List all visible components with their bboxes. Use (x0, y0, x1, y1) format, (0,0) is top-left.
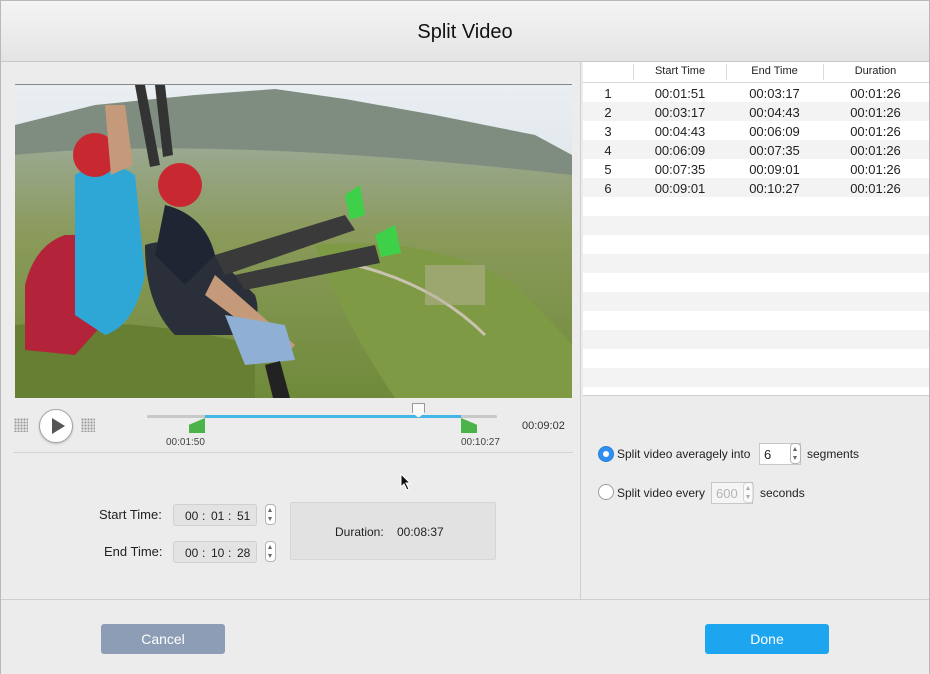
end-minutes[interactable]: 10 (211, 546, 224, 560)
end-time-stepper[interactable] (265, 541, 276, 562)
start-time-label: Start Time: (99, 507, 162, 522)
header-start-time[interactable]: Start Time (634, 65, 726, 77)
playback-controls: 00:01:50 00:10:27 00:09:02 (1, 399, 580, 453)
end-time-label: End Time: (104, 544, 163, 559)
preview-pane: 00:01:50 00:10:27 00:09:02 Start Time: 0… (1, 62, 581, 599)
segment-duration: 00:01:26 (850, 143, 901, 158)
segment-index: 4 (604, 143, 612, 158)
table-row[interactable]: 2 00:03:17 00:04:43 00:01:26 (583, 102, 929, 121)
end-time-field[interactable]: 00 : 10 : 28 (173, 541, 257, 563)
play-button[interactable] (39, 409, 73, 443)
segment-duration: 00:01:26 (850, 124, 901, 139)
start-hours[interactable]: 00 (185, 509, 198, 523)
table-empty-row (583, 349, 929, 368)
segments-table: Start Time End Time Duration 1 00:01:51 00… (583, 62, 929, 396)
segment-duration: 00:01:26 (850, 181, 901, 196)
duration-label: Duration: (335, 525, 384, 539)
range-start-time: 00:01:50 (166, 437, 205, 448)
segment-index: 5 (604, 162, 612, 177)
segment-end: 00:03:17 (749, 86, 800, 101)
video-frame-image (15, 85, 572, 398)
end-seconds[interactable]: 28 (237, 546, 250, 560)
start-seconds[interactable]: 51 (237, 509, 250, 523)
left-grip-icon (14, 418, 28, 432)
table-row[interactable]: 1 00:01:51 00:03:17 00:01:26 (583, 83, 929, 102)
seconds-value: 600 (716, 486, 738, 501)
range-end-time: 00:10:27 (461, 437, 500, 448)
table-empty-row (583, 330, 929, 349)
table-row[interactable]: 5 00:07:35 00:09:01 00:01:26 (583, 159, 929, 178)
cancel-button[interactable]: Cancel (101, 624, 225, 654)
split-video-dialog: Split Video 00:01:50 00:10:27 00:09:02 S… (0, 0, 930, 674)
segment-start: 00:01:51 (654, 86, 706, 101)
start-time-stepper[interactable] (265, 504, 276, 525)
segments-pane: Start Time End Time Duration 1 00:01:51 00… (582, 62, 929, 599)
play-icon (52, 418, 65, 434)
table-empty-row (583, 216, 929, 235)
segment-start: 00:03:17 (654, 105, 706, 120)
start-minutes[interactable]: 01 (211, 509, 224, 523)
table-empty-row (583, 368, 929, 387)
title-bar: Split Video (1, 1, 929, 62)
duration-value: 00:08:37 (397, 525, 444, 539)
start-time-field[interactable]: 00 : 01 : 51 (173, 504, 257, 526)
table-row[interactable]: 3 00:04:43 00:06:09 00:01:26 (583, 121, 929, 140)
table-row[interactable]: 4 00:06:09 00:07:35 00:01:26 (583, 140, 929, 159)
divider (13, 452, 573, 453)
segment-index: 3 (604, 124, 612, 139)
header-end-time[interactable]: End Time (727, 65, 822, 77)
table-empty-row (583, 292, 929, 311)
segment-end: 00:07:35 (749, 143, 800, 158)
table-header: Start Time End Time Duration (583, 62, 929, 83)
seconds-unit-label: seconds (760, 486, 805, 500)
segment-end: 00:09:01 (749, 162, 800, 177)
seconds-stepper[interactable] (743, 482, 754, 503)
table-empty-row (583, 311, 929, 330)
segment-start: 00:07:35 (654, 162, 706, 177)
split-average-radio[interactable] (598, 446, 614, 462)
header-duration[interactable]: Duration (824, 65, 927, 77)
segment-index: 2 (604, 105, 612, 120)
table-empty-row (583, 254, 929, 273)
segment-start: 00:06:09 (654, 143, 706, 158)
segment-duration: 00:01:26 (850, 162, 901, 177)
timeline-selected-range (205, 415, 461, 418)
split-average-label: Split video averagely into (617, 447, 751, 461)
table-row[interactable]: 6 00:09:01 00:10:27 00:01:26 (583, 178, 929, 197)
end-hours[interactable]: 00 (185, 546, 198, 560)
current-time: 00:09:02 (522, 420, 565, 432)
segment-end: 00:06:09 (749, 124, 800, 139)
segments-unit-label: segments (807, 447, 860, 461)
table-empty-row (583, 273, 929, 292)
range-end-handle[interactable] (461, 418, 477, 433)
right-grip-icon (81, 418, 95, 432)
segment-start: 00:09:01 (654, 181, 706, 196)
segment-end: 00:04:43 (749, 105, 800, 120)
done-button[interactable]: Done (705, 624, 829, 654)
table-empty-row (583, 235, 929, 254)
table-empty-row (583, 197, 929, 216)
dialog-title: Split Video (417, 21, 513, 43)
split-every-radio[interactable] (598, 484, 614, 500)
duration-box: Duration: 00:08:37 (290, 502, 496, 560)
mouse-cursor-icon (400, 473, 412, 491)
segment-index: 6 (604, 181, 612, 196)
segment-duration: 00:01:26 (850, 86, 901, 101)
segments-count-stepper[interactable] (790, 443, 801, 464)
segment-duration: 00:01:26 (850, 105, 901, 120)
segment-index: 1 (604, 86, 612, 101)
segment-end: 00:10:27 (749, 181, 800, 196)
segments-count-value: 6 (764, 447, 772, 462)
button-bar: Cancel Done (1, 599, 929, 674)
range-start-handle[interactable] (189, 418, 205, 433)
segment-start: 00:04:43 (654, 124, 706, 139)
video-preview[interactable] (15, 84, 572, 398)
split-every-label: Split video every (617, 486, 706, 500)
